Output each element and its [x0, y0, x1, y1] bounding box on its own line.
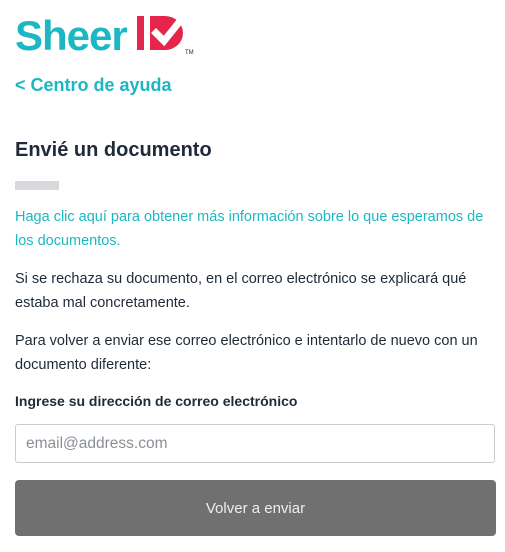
help-center-back-link[interactable]: < Centro de ayuda [15, 75, 172, 96]
resend-instructions-text: Para volver a enviar ese correo electrón… [15, 333, 478, 373]
rejection-explanation-text: Si se rechaza su documento, en el correo… [15, 271, 467, 311]
email-input[interactable] [15, 424, 495, 463]
loading-placeholder-bar [15, 181, 59, 190]
sheerid-logo: Sheer TM [15, 14, 195, 56]
page-title: Envié un documento [15, 139, 212, 161]
resend-button[interactable]: Volver a enviar [15, 480, 496, 536]
logo-wordmark: Sheer [15, 14, 127, 56]
email-field-label: Ingrese su dirección de correo electróni… [15, 393, 298, 409]
logo-i-bar [137, 16, 144, 50]
logo-trademark: TM [185, 50, 194, 56]
document-info-link[interactable]: Haga clic aquí para obtener más informac… [15, 205, 485, 253]
